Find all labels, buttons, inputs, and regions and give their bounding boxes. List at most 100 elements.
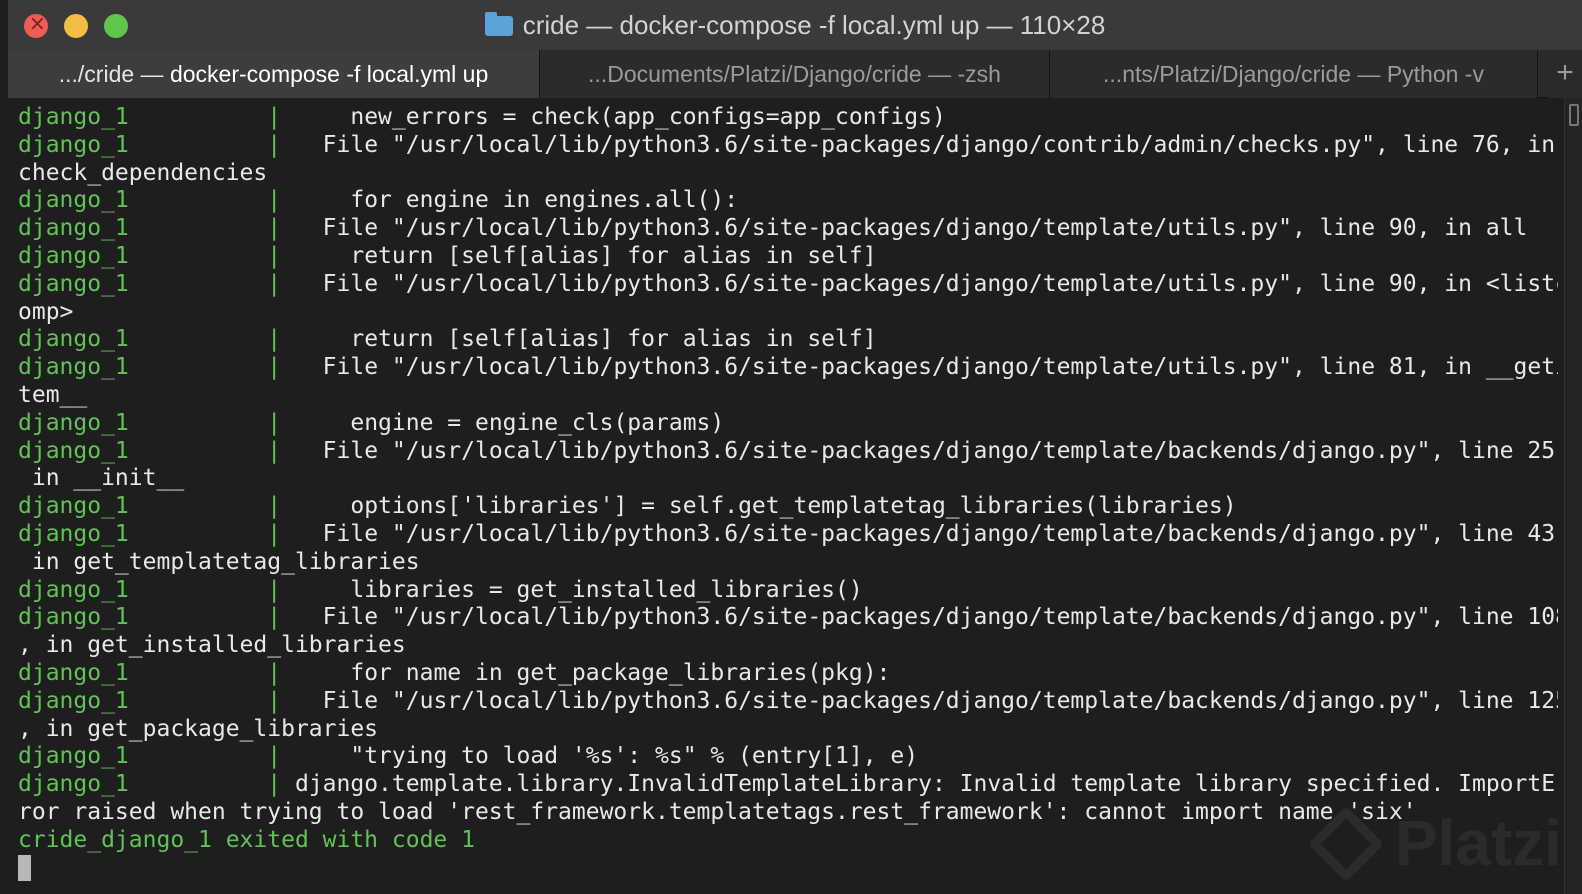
platzi-watermark: Platzi <box>1307 805 1562 883</box>
service-separator: | <box>267 354 282 381</box>
service-name: django_1 <box>18 104 129 130</box>
log-text: return [self[alias] for alias in self] <box>281 326 877 353</box>
log-text: in get_templatetag_libraries <box>18 548 420 575</box>
log-text: File "/usr/local/lib/python3.6/site-pack… <box>281 520 1558 547</box>
service-name: django_1 <box>18 687 129 714</box>
log-text: File "/usr/local/lib/python3.6/site-pack… <box>281 270 1558 297</box>
folder-icon <box>484 12 513 36</box>
service-separator: | <box>267 687 282 714</box>
service-separator: | <box>267 270 282 297</box>
log-text: File "/usr/local/lib/python3.6/site-pack… <box>281 437 1558 464</box>
log-text: return [self[alias] for alias in self] <box>281 242 877 269</box>
service-separator: | <box>267 187 282 214</box>
service-separator: | <box>267 520 282 547</box>
service-name: django_1 <box>18 270 129 297</box>
tab-label: ...Documents/Platzi/Django/cride — -zsh <box>588 61 1001 87</box>
log-text: File "/usr/local/lib/python3.6/site-pack… <box>281 215 1528 242</box>
log-text: new_errors = check(app_configs=app_confi… <box>281 104 946 130</box>
log-text: libraries = get_installed_libraries() <box>281 576 863 603</box>
terminal-line: django_1 | options['libraries'] = self.g… <box>18 493 1558 521</box>
terminal-line: check_dependencies <box>18 160 1558 188</box>
log-text: engine = engine_cls(params) <box>281 409 725 436</box>
service-separator: | <box>267 437 282 464</box>
log-text: File "/usr/local/lib/python3.6/site-pack… <box>281 354 1558 381</box>
terminal-line: omp> <box>18 299 1558 327</box>
terminal-line: django_1 | File "/usr/local/lib/python3.… <box>18 604 1558 632</box>
terminal-line: django_1 | "trying to load '%s': %s" % (… <box>18 743 1558 771</box>
window-title-wrap: cride — docker-compose -f local.yml up —… <box>8 10 1582 41</box>
scroll-marker-icon <box>1569 104 1579 126</box>
service-separator: | <box>267 771 282 798</box>
log-text: options['libraries'] = self.get_template… <box>281 493 1237 520</box>
service-separator: | <box>267 604 282 631</box>
terminal-line: django_1 | File "/usr/local/lib/python3.… <box>18 354 1558 382</box>
service-separator: | <box>267 743 282 770</box>
tab-label-prefix: .../cride — <box>58 61 170 87</box>
service-name: django_1 <box>18 576 129 603</box>
log-text: "trying to load '%s': %s" % (entry[1], e… <box>281 743 919 770</box>
terminal-line: django_1 | return [self[alias] for alias… <box>18 326 1558 354</box>
service-separator: | <box>267 493 282 520</box>
service-separator: | <box>267 242 282 269</box>
terminal-line: , in get_installed_libraries <box>18 632 1558 660</box>
tab-python[interactable]: ...nts/Platzi/Django/cride — Python -v <box>1050 50 1538 98</box>
log-text: in __init__ <box>18 465 185 492</box>
platzi-logo-icon <box>1307 805 1385 883</box>
tab-label: ...nts/Platzi/Django/cride — Python -v <box>1103 61 1484 87</box>
log-text: for name in get_package_libraries(pkg): <box>281 659 891 686</box>
log-text: File "/usr/local/lib/python3.6/site-pack… <box>281 687 1558 714</box>
terminal-line: django_1 | new_errors = check(app_config… <box>18 104 1558 132</box>
service-separator: | <box>267 326 282 353</box>
service-name: django_1 <box>18 409 129 436</box>
terminal-line: , in get_package_libraries <box>18 716 1558 744</box>
terminal-line: django_1 | File "/usr/local/lib/python3.… <box>18 215 1558 243</box>
log-text: check_dependencies <box>18 159 268 186</box>
tab-bar: .../cride — docker-compose -f local.yml … <box>8 50 1582 98</box>
terminal-output[interactable]: django_1 | new_errors = check(app_config… <box>8 98 1558 894</box>
terminal-line: django_1 | File "/usr/local/lib/python3.… <box>18 132 1558 160</box>
service-separator: | <box>267 131 282 158</box>
tab-zsh[interactable]: ...Documents/Platzi/Django/cride — -zsh <box>540 50 1050 98</box>
terminal-line: in get_templatetag_libraries <box>18 549 1558 577</box>
tab-label-bold: docker-compose -f local.yml up <box>169 61 489 87</box>
service-separator: | <box>267 576 282 603</box>
log-text: , in get_package_libraries <box>18 715 379 742</box>
scrollbar[interactable] <box>1564 98 1582 894</box>
service-name: django_1 <box>18 131 129 158</box>
terminal-line: django_1 | File "/usr/local/lib/python3.… <box>18 271 1558 299</box>
service-name: django_1 <box>18 242 129 269</box>
service-name: django_1 <box>18 604 129 631</box>
terminal-line: django_1 | File "/usr/local/lib/python3.… <box>18 521 1558 549</box>
terminal-line: django_1 | libraries = get_installed_lib… <box>18 577 1558 605</box>
log-text: django.template.library.InvalidTemplateL… <box>281 771 1558 798</box>
log-text: File "/usr/local/lib/python3.6/site-pack… <box>281 604 1558 631</box>
log-text: omp> <box>18 298 74 325</box>
terminal-line: django_1 | File "/usr/local/lib/python3.… <box>18 438 1558 466</box>
terminal-line: django_1 | django.template.library.Inval… <box>18 771 1558 799</box>
service-separator: | <box>267 215 282 242</box>
tab-docker-compose[interactable]: .../cride — docker-compose -f local.yml … <box>8 50 540 98</box>
terminal-line: django_1 | for engine in engines.all(): <box>18 187 1558 215</box>
terminal-line: tem__ <box>18 382 1558 410</box>
service-name: django_1 <box>18 493 129 520</box>
window-title: cride — docker-compose -f local.yml up —… <box>522 10 1106 40</box>
new-tab-button[interactable]: + <box>1548 50 1582 98</box>
watermark-text: Platzi <box>1394 807 1562 879</box>
log-text: for engine in engines.all(): <box>281 187 739 214</box>
service-separator: | <box>267 659 282 686</box>
terminal-line: django_1 | File "/usr/local/lib/python3.… <box>18 688 1558 716</box>
service-name: django_1 <box>18 437 129 464</box>
service-name: django_1 <box>18 743 129 770</box>
service-name: django_1 <box>18 771 129 798</box>
log-text: ror raised when trying to load 'rest_fra… <box>18 798 1417 825</box>
service-name: django_1 <box>18 520 129 547</box>
service-name: django_1 <box>18 354 129 381</box>
log-text: , in get_installed_libraries <box>18 632 406 659</box>
terminal-line: in __init__ <box>18 465 1558 493</box>
log-text: File "/usr/local/lib/python3.6/site-pack… <box>281 131 1556 158</box>
service-name: django_1 <box>18 215 129 242</box>
terminal-line: django_1 | return [self[alias] for alias… <box>18 243 1558 271</box>
terminal-line: django_1 | for name in get_package_libra… <box>18 660 1558 688</box>
terminal-window: cride — docker-compose -f local.yml up —… <box>8 0 1582 894</box>
terminal-line: django_1 | engine = engine_cls(params) <box>18 410 1558 438</box>
